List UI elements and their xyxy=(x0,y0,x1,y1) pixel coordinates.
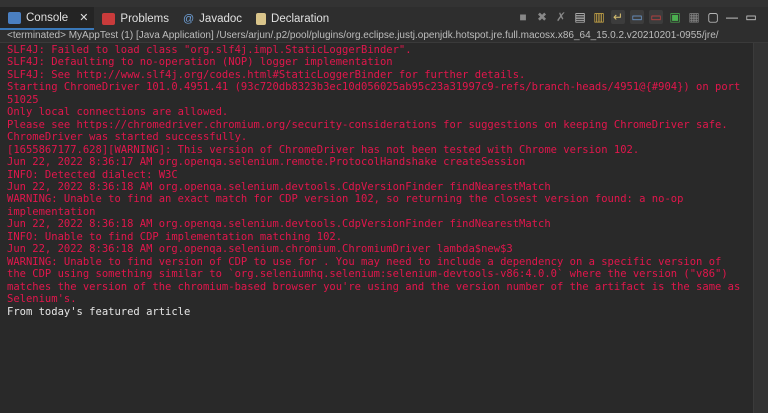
tab-label: Problems xyxy=(120,12,169,25)
stderr-line: Jun 22, 2022 8:36:18 AM org.openqa.selen… xyxy=(7,218,551,231)
stderr-line: Jun 22, 2022 8:36:17 AM org.openqa.selen… xyxy=(7,156,526,169)
console-output[interactable]: SLF4J: Failed to load class "org.slf4j.i… xyxy=(0,43,753,413)
minimize-icon[interactable]: — xyxy=(725,10,739,24)
stderr-line: implementation xyxy=(7,205,96,218)
problems-icon xyxy=(102,12,116,25)
stderr-line: Selenium's. xyxy=(7,293,77,306)
stderr-line: Starting ChromeDriver 101.0.4951.41 (93c… xyxy=(7,81,741,94)
stderr-line: Please see https://chromedriver.chromium… xyxy=(7,118,728,131)
stderr-line: 51025 xyxy=(7,93,39,106)
remove-launch-icon[interactable]: ✖ xyxy=(535,10,549,24)
terminate-icon[interactable]: ■ xyxy=(516,10,530,24)
stderr-line: Jun 22, 2022 8:36:18 AM org.openqa.selen… xyxy=(7,180,551,193)
declaration-icon xyxy=(256,12,267,25)
maximize-icon[interactable]: ▭ xyxy=(744,10,758,24)
scroll-lock-icon[interactable]: ▥ xyxy=(592,10,606,24)
remove-all-icon[interactable]: ✗ xyxy=(554,10,568,24)
tab-label: Console xyxy=(26,11,69,24)
stderr-line: [1655867177.628][WARNING]: This version … xyxy=(7,143,640,156)
stderr-line: SLF4J: See http://www.slf4j.org/codes.ht… xyxy=(7,68,526,81)
stderr-line: Only local connections are allowed. xyxy=(7,106,229,119)
stderr-line: the CDP using something similar to `org.… xyxy=(7,268,728,281)
launch-status: <terminated> MyAppTest (1) [Java Applica… xyxy=(0,30,768,43)
word-wrap-icon[interactable]: ↵ xyxy=(611,10,625,24)
console-toolbar: ■ ✖ ✗ ▤ ▥ ↵ ▭ ▭ ▣ ▦ ▢ — ▭ xyxy=(516,10,758,24)
open-console-icon[interactable]: ▢ xyxy=(706,10,720,24)
window-top-strip xyxy=(0,0,768,7)
close-icon[interactable]: ✕ xyxy=(79,11,88,24)
stderr-line: ChromeDriver was started successfully. xyxy=(7,131,248,144)
stderr-line: matches the version of the chromium-base… xyxy=(7,280,741,293)
vertical-scrollbar[interactable] xyxy=(753,43,768,413)
stderr-line: WARNING: Unable to find an exact match f… xyxy=(7,193,684,206)
tab-declaration[interactable]: Declaration xyxy=(248,7,335,30)
tab-label: Javadoc xyxy=(199,12,243,25)
tab-console[interactable]: Console ✕ xyxy=(0,7,95,30)
stderr-line: SLF4J: Failed to load class "org.slf4j.i… xyxy=(7,44,412,56)
stderr-line: SLF4J: Defaulting to no-operation (NOP) … xyxy=(7,56,393,69)
console-icon xyxy=(8,11,21,24)
stderr-line: INFO: Detected dialect: W3C xyxy=(7,168,178,181)
display-console-icon[interactable]: ▦ xyxy=(687,10,701,24)
javadoc-icon: @ xyxy=(183,12,195,25)
stderr-line: WARNING: Unable to find version of CDP t… xyxy=(7,255,722,268)
stdout-line: From today's featured article xyxy=(7,305,191,318)
show-on-stderr-icon[interactable]: ▭ xyxy=(649,10,663,24)
show-on-stdout-icon[interactable]: ▭ xyxy=(630,10,644,24)
stderr-line: INFO: Unable to find CDP implementation … xyxy=(7,230,343,243)
clear-console-icon[interactable]: ▤ xyxy=(573,10,587,24)
tab-javadoc[interactable]: @ Javadoc xyxy=(175,7,248,30)
stderr-line: Jun 22, 2022 8:36:18 AM org.openqa.selen… xyxy=(7,243,513,256)
pin-console-icon[interactable]: ▣ xyxy=(668,10,682,24)
tab-problems[interactable]: Problems xyxy=(94,7,175,30)
tab-label: Declaration xyxy=(271,12,330,25)
